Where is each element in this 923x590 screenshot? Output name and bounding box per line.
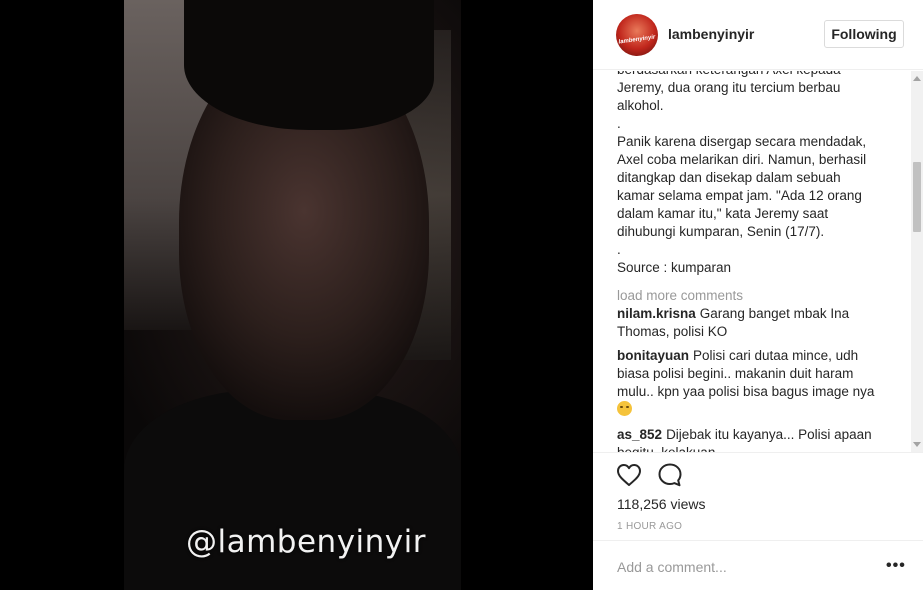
more-options-icon[interactable]: •••: [886, 558, 905, 574]
avatar-logo-text: lambenyinyir: [618, 34, 656, 46]
caption-line: Axel coba melarikan diri. Namun, berhasi…: [617, 152, 867, 167]
sad-face-emoji-icon: [617, 401, 632, 416]
post-username[interactable]: lambenyinyir: [668, 26, 754, 42]
comment-username[interactable]: nilam.krisna: [617, 306, 696, 321]
scrollbar-thumb[interactable]: [913, 162, 921, 232]
video-panel[interactable]: @lambenyinyir: [0, 0, 593, 590]
caption-line: ditangkap dan disekap dalam sebuah: [617, 170, 841, 185]
caption-line: Source : kumparan: [617, 260, 732, 275]
view-count[interactable]: 118,256 views: [617, 496, 705, 512]
video-subject-hair: [184, 0, 434, 130]
caption-line: .: [617, 116, 621, 131]
comments-scrollbar[interactable]: [911, 71, 923, 452]
comment-item: as_852 Dijebak itu kayanya... Polisi apaa…: [617, 426, 889, 452]
scroll-down-arrow-icon[interactable]: [913, 442, 921, 447]
caption-line: .: [617, 242, 621, 257]
add-comment-input[interactable]: [617, 556, 867, 578]
caption-line: Panik karena disergap secara mendadak,: [617, 134, 867, 149]
post-timestamp[interactable]: 1 HOUR AGO: [617, 521, 682, 532]
scroll-up-arrow-icon[interactable]: [913, 76, 921, 81]
post-actions: 118,256 views 1 HOUR AGO •••: [593, 452, 923, 590]
add-comment-section: •••: [593, 540, 923, 590]
following-button[interactable]: Following: [824, 20, 904, 48]
avatar[interactable]: lambenyinyir: [616, 14, 658, 56]
comment-item: nilam.krisna Garang banget mbak Ina Thoma…: [617, 305, 889, 341]
comment-item: bonitayuan Polisi cari dutaa mince, udh b…: [617, 347, 889, 419]
load-more-comments-link[interactable]: load more comments: [617, 288, 743, 303]
heart-icon[interactable]: [616, 463, 642, 487]
video-subject-shirt: [124, 390, 461, 590]
caption-line: berdasarkan keterangan Axel kepada: [617, 71, 885, 79]
caption-line: dihubungi kumparan, Senin (17/7).: [617, 224, 825, 239]
comment-username[interactable]: as_852: [617, 427, 662, 442]
comments-list[interactable]: berdasarkan keterangan Axel kepada Jerem…: [593, 71, 923, 452]
caption-line: dalam kamar itu," kata Jeremy saat: [617, 206, 829, 221]
caption-line: kamar selama empat jam. "Ada 12 orang: [617, 188, 862, 203]
post-details-panel: lambenyinyir lambenyinyir Following berd…: [593, 0, 923, 590]
video-watermark: @lambenyinyir: [186, 524, 427, 560]
comment-username[interactable]: bonitayuan: [617, 348, 689, 363]
caption-line: Jeremy, dua orang itu tercium berbau: [617, 80, 841, 95]
comment-icon[interactable]: [657, 462, 683, 488]
video-player[interactable]: [124, 0, 461, 590]
post-header: lambenyinyir lambenyinyir Following: [593, 0, 923, 70]
post-caption: berdasarkan keterangan Axel kepada Jerem…: [617, 71, 885, 277]
caption-line: alkohol.: [617, 98, 664, 113]
